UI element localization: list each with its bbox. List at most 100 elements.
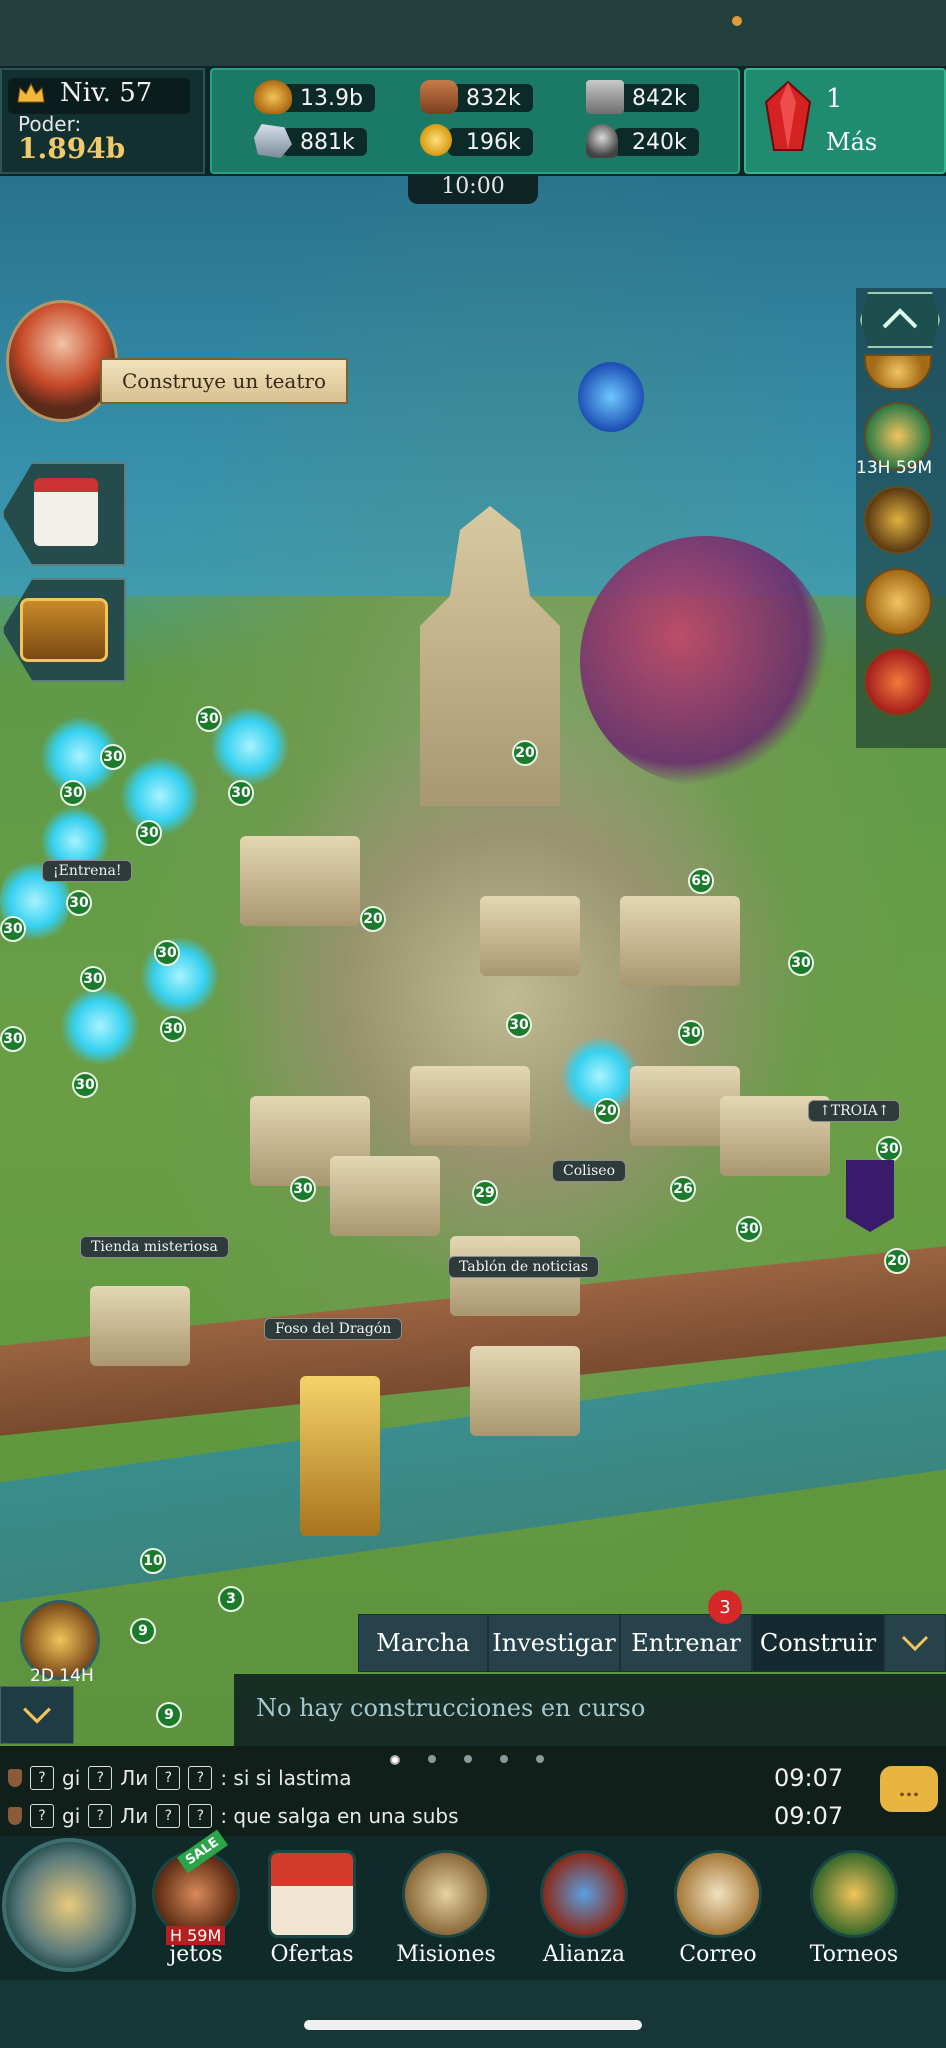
alliance-banner-icon[interactable] xyxy=(846,1160,894,1232)
building[interactable] xyxy=(300,1376,380,1536)
dragon-monument[interactable] xyxy=(580,536,830,786)
chat-username: gi xyxy=(62,1804,81,1828)
level-badge: 3 xyxy=(218,1586,244,1612)
building[interactable] xyxy=(330,1156,440,1236)
bread-icon xyxy=(254,80,292,114)
chevron-up-icon xyxy=(882,308,918,329)
power-value: 1.894b xyxy=(18,132,126,165)
chat-text: : que salga en una subs xyxy=(220,1804,459,1828)
nav-items[interactable]: jetos xyxy=(136,1850,256,1970)
chat-message[interactable]: ? gi? Ли? ? : que salga en una subs xyxy=(8,1804,459,1828)
mystery-shop[interactable] xyxy=(90,1286,190,1366)
level-badge: 30 xyxy=(290,1176,316,1202)
helmet-icon xyxy=(586,124,618,158)
level-badge: 9 xyxy=(156,1702,182,1728)
action-tabs: Marcha Investigar Entrenar Construir xyxy=(358,1614,946,1674)
train-label[interactable]: ¡Entrena! xyxy=(42,860,133,882)
level-badge: 30 xyxy=(66,890,92,916)
chat-timestamp: 09:07 xyxy=(774,1802,844,1830)
coliseum-label[interactable]: Coliseo xyxy=(552,1160,626,1182)
alliance-shield-icon xyxy=(8,1807,22,1825)
shop-icon xyxy=(268,1850,356,1938)
unknown-glyph: ? xyxy=(188,1804,213,1828)
page-dot xyxy=(390,1755,400,1765)
build-queue-status: No hay construcciones en curso xyxy=(256,1694,646,1722)
chat-timestamp: 09:07 xyxy=(774,1764,844,1792)
home-indicator[interactable] xyxy=(304,2020,642,2030)
level-badge: 9 xyxy=(130,1618,156,1644)
building[interactable] xyxy=(480,896,580,976)
gold-coin-icon xyxy=(420,124,452,156)
tab-march[interactable]: Marcha xyxy=(358,1614,488,1672)
player-level: Niv. 57 xyxy=(60,78,153,108)
resource-value: 832k xyxy=(448,84,533,112)
shield-icon xyxy=(540,1850,628,1938)
chat-page-dots xyxy=(390,1755,544,1765)
envelope-icon xyxy=(674,1850,762,1938)
notification-badge: 3 xyxy=(708,1590,742,1624)
gift-timer: 2D 14H xyxy=(30,1666,94,1686)
red-creature-icon[interactable] xyxy=(864,648,932,716)
level-badge: 30 xyxy=(100,744,126,770)
resource-value: 842k xyxy=(614,84,699,112)
golden-chest-icon[interactable] xyxy=(864,568,932,636)
training-ground[interactable] xyxy=(140,936,220,1016)
level-badge: 29 xyxy=(472,1180,498,1206)
level-badge: 30 xyxy=(0,1026,26,1052)
unknown-glyph: ? xyxy=(88,1804,113,1828)
map-sword-icon xyxy=(402,1850,490,1938)
nav-label: Torneos xyxy=(809,1942,899,1967)
nav-missions[interactable]: Misiones xyxy=(386,1850,506,1970)
chevron-down-icon xyxy=(901,1635,929,1652)
mystery-shop-label[interactable]: Tienda misteriosa xyxy=(80,1236,229,1258)
training-ground[interactable] xyxy=(210,706,290,786)
unknown-glyph: ? xyxy=(88,1766,113,1790)
chevron-down-icon xyxy=(23,1707,51,1724)
nav-alliance[interactable]: Alianza xyxy=(524,1850,644,1970)
building[interactable] xyxy=(240,836,360,926)
chat-bubble-icon: ... xyxy=(898,1777,920,1801)
tabs-collapse-button[interactable] xyxy=(884,1614,946,1672)
chat-message[interactable]: ? gi? Ли? ? : si si lastima xyxy=(8,1766,351,1790)
trophy-medal-icon xyxy=(810,1850,898,1938)
unknown-glyph: ? xyxy=(156,1766,181,1790)
nav-mail[interactable]: Correo xyxy=(658,1850,778,1970)
tab-build[interactable]: Construir xyxy=(752,1614,884,1672)
portal-gate[interactable] xyxy=(578,362,644,432)
level-badge: 30 xyxy=(160,1016,186,1042)
more-gems-link[interactable]: Más xyxy=(826,128,877,156)
level-badge: 30 xyxy=(736,1216,762,1242)
nav-offers[interactable]: Ofertas xyxy=(252,1850,372,1970)
collapse-up-button[interactable] xyxy=(860,292,940,348)
nav-label: Ofertas xyxy=(270,1942,354,1967)
level-badge: 10 xyxy=(140,1548,166,1574)
calendar-icon xyxy=(34,478,98,546)
city-view-button[interactable] xyxy=(2,1838,136,1972)
troia-label[interactable]: ↑TROIA↑ xyxy=(808,1100,901,1122)
city-map[interactable]: Construye un teatro 30 30 30 30 30 30 30… xyxy=(0,176,946,1836)
dragon-head-icon[interactable] xyxy=(864,486,932,554)
crown-icon xyxy=(17,82,45,103)
notice-board-label[interactable]: Tablón de noticias xyxy=(448,1256,600,1278)
event-countdown: 13H 59M xyxy=(856,458,933,478)
training-ground[interactable] xyxy=(120,756,200,836)
nav-tournaments[interactable]: Torneos xyxy=(794,1850,914,1970)
resource-value: 881k xyxy=(282,128,367,156)
level-badge: 20 xyxy=(512,740,538,766)
tab-train[interactable]: Entrenar xyxy=(620,1614,752,1672)
training-ground[interactable] xyxy=(60,986,140,1066)
notice-board[interactable] xyxy=(470,1346,580,1436)
dragon-pit-label[interactable]: Foso del Dragón xyxy=(264,1318,403,1340)
ruby-gem-icon xyxy=(764,80,812,151)
unknown-glyph: ? xyxy=(30,1804,54,1828)
quest-banner[interactable]: Construye un teatro xyxy=(100,358,348,404)
queue-collapse-button[interactable] xyxy=(0,1686,74,1744)
building[interactable] xyxy=(620,896,740,986)
status-indicator-dot xyxy=(732,16,742,26)
nav-label: Alianza xyxy=(543,1942,625,1967)
tab-research[interactable]: Investigar xyxy=(488,1614,620,1672)
chat-open-button[interactable]: ... xyxy=(880,1766,938,1812)
level-badge: 30 xyxy=(228,780,254,806)
building[interactable] xyxy=(410,1066,530,1146)
level-badge: 30 xyxy=(136,820,162,846)
